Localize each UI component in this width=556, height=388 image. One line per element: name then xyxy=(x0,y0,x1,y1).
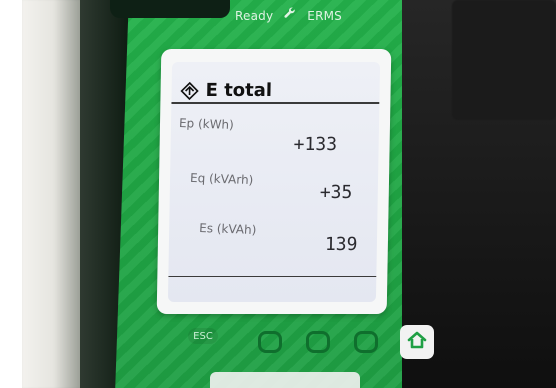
row-value-es: 139 xyxy=(324,234,358,255)
navigation-buttons: ESC xyxy=(170,313,440,373)
nav-button-3[interactable] xyxy=(354,331,378,353)
row-value-eq: +35 xyxy=(319,182,353,203)
page-title: E total xyxy=(205,80,273,101)
wrench-icon xyxy=(283,6,297,23)
row-label-ep: Ep (kWh) xyxy=(178,116,235,132)
bottom-label-strip xyxy=(210,372,360,388)
home-icon xyxy=(406,329,428,355)
home-button[interactable] xyxy=(400,325,434,359)
row-label-eq: Eq (kVArh) xyxy=(189,170,254,188)
esc-label: ESC xyxy=(193,330,213,342)
title-divider xyxy=(171,102,380,104)
status-erms: ERMS xyxy=(307,9,342,23)
row-label-es: Es (kVAh) xyxy=(198,221,257,237)
dark-rect-pad xyxy=(452,0,556,120)
title-row: E total xyxy=(179,80,272,101)
bottom-divider xyxy=(168,276,377,277)
status-ready: Ready xyxy=(235,9,274,23)
nav-button-1[interactable] xyxy=(258,331,282,353)
row-value-ep: +133 xyxy=(293,134,338,155)
top-black-cap xyxy=(110,0,230,18)
display-screen: E total Ep (kWh) +133 Eq (kVArh) +35 Es … xyxy=(167,62,381,302)
energy-meter-icon xyxy=(179,81,199,101)
device-status: Ready ERMS xyxy=(235,6,342,23)
nav-button-2[interactable] xyxy=(306,331,330,353)
esc-button[interactable]: ESC xyxy=(188,328,218,344)
